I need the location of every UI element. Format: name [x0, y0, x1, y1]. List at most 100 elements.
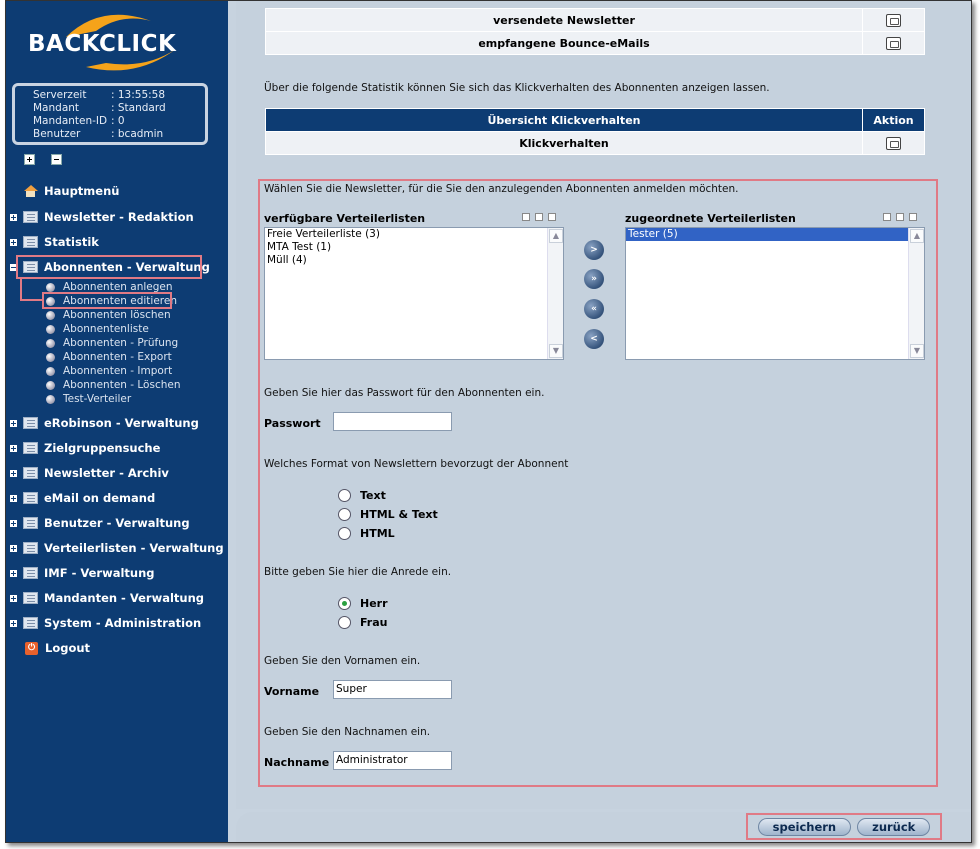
info-row-serverzeit: Serverzeit: 13:55:58 [33, 89, 166, 101]
back-button[interactable]: zurück [857, 817, 931, 836]
home-icon [23, 184, 38, 198]
format-option-text[interactable]: Text [338, 487, 386, 503]
app-window: BACKCLICK Serverzeit: 13:55:58 Mandant: … [5, 0, 972, 843]
nav-erobinson[interactable]: eRobinson - Verwaltung [6, 413, 199, 433]
view-icon[interactable] [886, 36, 901, 50]
remove-icon[interactable] [896, 213, 904, 221]
password-field[interactable] [333, 412, 452, 431]
move-all-left-button[interactable]: « [584, 299, 604, 319]
nav-benutzer-verwaltung[interactable]: Benutzer - Verwaltung [6, 513, 190, 533]
salutation-option-frau[interactable]: Frau [338, 614, 388, 630]
nav-zielgruppensuche[interactable]: Zielgruppensuche [6, 438, 160, 458]
bullet-icon [46, 352, 55, 362]
available-lists-title: verfügbare Verteilerlisten [264, 212, 426, 225]
lastname-label: Nachname [264, 756, 330, 769]
expand-all-button[interactable] [24, 154, 35, 165]
tree-controls [24, 154, 62, 165]
expand-icon[interactable] [10, 444, 17, 452]
list-item[interactable]: Freie Verteilerliste (3) [265, 228, 563, 241]
logo-text: BACKCLICK [28, 31, 177, 57]
expand-icon[interactable] [10, 469, 17, 477]
expand-icon[interactable] [10, 238, 17, 246]
radio-button[interactable] [338, 526, 351, 540]
bullet-icon [46, 338, 55, 348]
folder-icon [23, 617, 38, 629]
scroll-down-icon[interactable]: ▼ [910, 344, 924, 358]
radio-button[interactable] [338, 488, 351, 502]
sub-abonnenten-export[interactable]: Abonnenten - Export [46, 350, 172, 364]
format-option-html-text[interactable]: HTML & Text [338, 506, 438, 522]
expand-icon[interactable] [10, 619, 17, 627]
sub-abonnenten-pruefung[interactable]: Abonnenten - Prüfung [46, 336, 178, 350]
radio-button-checked[interactable] [338, 596, 351, 610]
table-header-row: Übersicht Klickverhalten Aktion [265, 108, 925, 132]
expand-icon[interactable] [10, 213, 17, 221]
radio-button[interactable] [338, 615, 351, 629]
available-lists-box[interactable]: Freie Verteilerliste (3) MTA Test (1) Mü… [264, 227, 564, 360]
expand-icon[interactable] [10, 519, 17, 527]
move-all-right-button[interactable]: » [584, 269, 604, 289]
folder-icon [23, 592, 38, 604]
expand-icon[interactable] [10, 494, 17, 502]
expand-icon[interactable] [10, 594, 17, 602]
nav-hauptmenu[interactable]: Hauptmenü [6, 181, 119, 201]
scroll-down-icon[interactable]: ▼ [549, 344, 563, 358]
assigned-list-controls [883, 213, 917, 221]
folder-icon [23, 442, 38, 454]
nav-statistik[interactable]: Statistik [6, 232, 99, 252]
nav-newsletter-archiv[interactable]: Newsletter - Archiv [6, 463, 169, 483]
firstname-field[interactable]: Super [333, 680, 452, 699]
scrollbar[interactable]: ▲ ▼ [547, 228, 563, 359]
nav-system-administration[interactable]: System - Administration [6, 613, 201, 633]
info-icon[interactable] [548, 213, 556, 221]
view-icon[interactable] [886, 136, 901, 150]
salutation-option-herr[interactable]: Herr [338, 595, 388, 611]
nav-verteilerlisten-verwaltung[interactable]: Verteilerlisten - Verwaltung [6, 538, 224, 558]
add-icon[interactable] [883, 213, 891, 221]
scrollbar[interactable]: ▲ ▼ [908, 228, 924, 359]
nav-imf-verwaltung[interactable]: IMF - Verwaltung [6, 563, 155, 583]
info-icon[interactable] [909, 213, 917, 221]
view-icon[interactable] [886, 13, 901, 27]
scroll-up-icon[interactable]: ▲ [910, 229, 924, 243]
sub-test-verteiler[interactable]: Test-Verteiler [46, 392, 131, 406]
list-item[interactable]: Müll (4) [265, 254, 563, 267]
folder-icon [23, 211, 38, 223]
sub-abonnenten-loeschen-batch[interactable]: Abonnenten - Löschen [46, 378, 181, 392]
save-button[interactable]: speichern [757, 817, 852, 836]
sub-abonnenten-loeschen[interactable]: Abonnenten löschen [46, 308, 171, 322]
action-buttons-highlight: speichern zurück [746, 813, 942, 840]
add-icon[interactable] [522, 213, 530, 221]
format-option-html[interactable]: HTML [338, 525, 395, 541]
remove-icon[interactable] [535, 213, 543, 221]
nav-mandanten-verwaltung[interactable]: Mandanten - Verwaltung [6, 588, 204, 608]
folder-icon [23, 517, 38, 529]
radio-button[interactable] [338, 507, 351, 521]
collapse-all-button[interactable] [51, 154, 62, 165]
folder-icon [23, 467, 38, 479]
info-row-mandanten-id: Mandanten-ID: 0 [33, 115, 125, 127]
folder-icon [23, 542, 38, 554]
lastname-field[interactable]: Administrator [333, 751, 452, 770]
assigned-lists-box[interactable]: Tester (5) ▲ ▼ [625, 227, 925, 360]
expand-icon[interactable] [10, 419, 17, 427]
bullet-icon [46, 282, 55, 292]
info-row-benutzer: Benutzer: bcadmin [33, 128, 164, 140]
list-item[interactable]: MTA Test (1) [265, 241, 563, 254]
assigned-lists-title: zugeordnete Verteilerlisten [625, 212, 796, 225]
nav-email-on-demand[interactable]: eMail on demand [6, 488, 155, 508]
bullet-icon [46, 394, 55, 404]
move-right-button[interactable]: > [584, 240, 604, 260]
format-prompt: Welches Format von Newslettern bevorzugt… [264, 458, 569, 470]
move-left-button[interactable]: < [584, 329, 604, 349]
expand-icon[interactable] [10, 544, 17, 552]
nav-logout[interactable]: ⏻ Logout [6, 638, 90, 658]
folder-icon [23, 417, 38, 429]
sub-abonnentenliste[interactable]: Abonnentenliste [46, 322, 149, 336]
list-item[interactable]: Tester (5) [626, 228, 908, 241]
expand-icon[interactable] [10, 569, 17, 577]
password-prompt: Geben Sie hier das Passwort für den Abon… [264, 387, 545, 399]
nav-newsletter-redaktion[interactable]: Newsletter - Redaktion [6, 207, 194, 227]
sub-abonnenten-import[interactable]: Abonnenten - Import [46, 364, 172, 378]
scroll-up-icon[interactable]: ▲ [549, 229, 563, 243]
